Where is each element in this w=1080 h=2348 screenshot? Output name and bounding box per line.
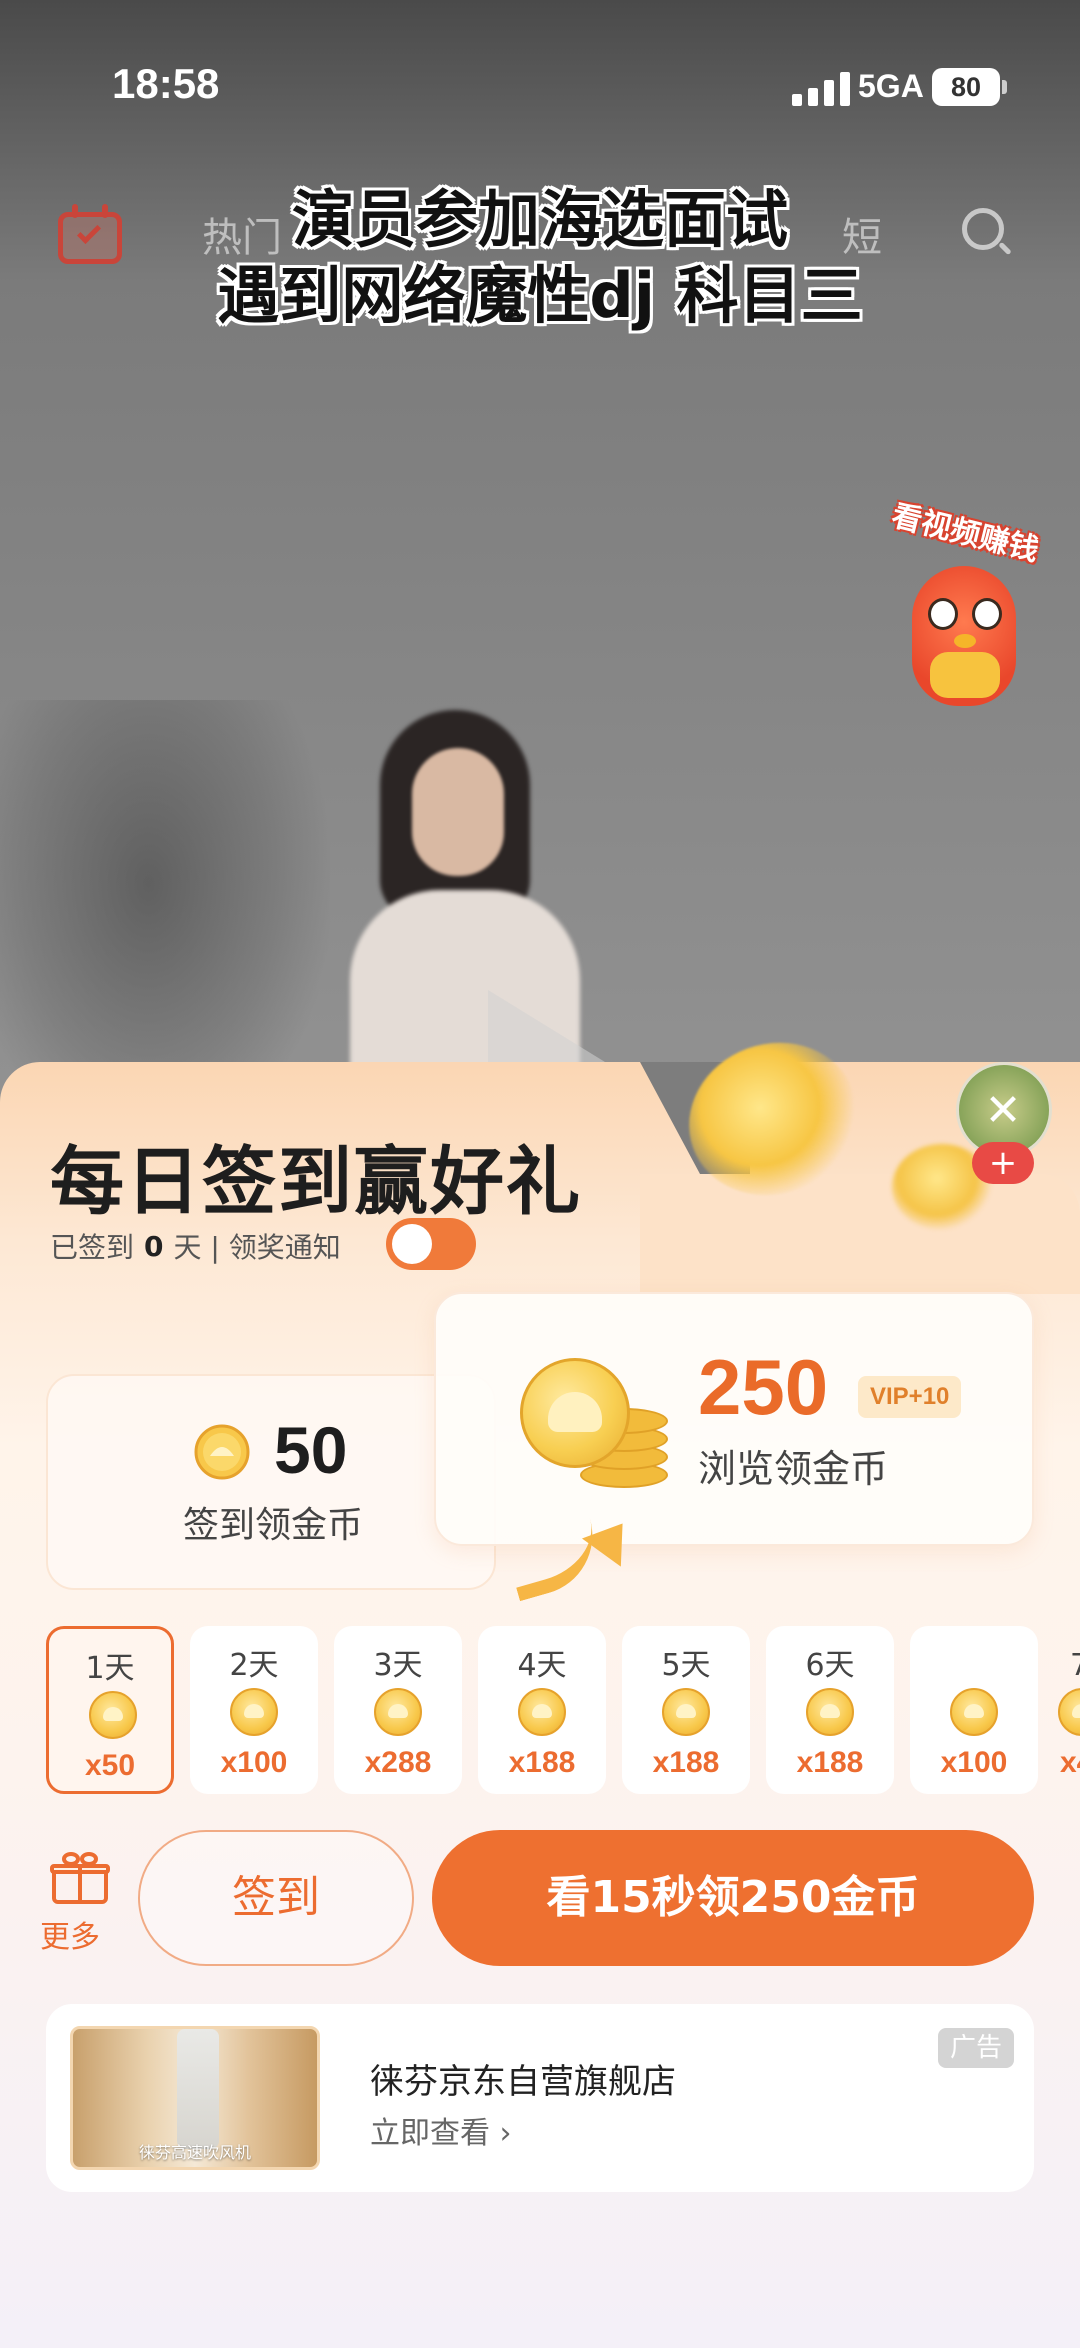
day-card[interactable]: 4天 x188: [478, 1626, 606, 1794]
day-card[interactable]: 2天 x100: [190, 1626, 318, 1794]
gold-coin-icon: [806, 1688, 854, 1736]
ad-card[interactable]: 徕芬高速吹风机 徕芬京东自营旗舰店 立即查看 › 广告: [46, 2004, 1034, 2192]
day-card[interactable]: 6天 x188: [766, 1626, 894, 1794]
ad-badge: 广告: [938, 2028, 1014, 2068]
day-card[interactable]: 3天 x288: [334, 1626, 462, 1794]
gold-coin-icon: [89, 1691, 137, 1739]
checkin-button[interactable]: 签到: [138, 1830, 414, 1966]
browse-amount: 250: [698, 1343, 829, 1431]
battery-icon: 80: [932, 68, 1000, 106]
gold-coin-icon: [1058, 1688, 1080, 1736]
toggle-knob: [392, 1224, 432, 1264]
ad-thumb-caption: 徕芬高速吹风机: [138, 2143, 251, 2162]
ad-thumbnail[interactable]: 徕芬高速吹风机: [70, 2026, 320, 2170]
browse-reward-card[interactable]: 250 VIP+10 浏览领金币: [434, 1292, 1034, 1546]
gold-coin-icon: [374, 1688, 422, 1736]
checkin-reward-card[interactable]: 50 签到领金币: [46, 1374, 496, 1590]
ad-view-link[interactable]: 立即查看 ›: [370, 2108, 512, 2152]
gold-coin-icon: [194, 1424, 250, 1480]
more-label[interactable]: 更多: [40, 1912, 100, 1956]
gift-icon[interactable]: [50, 1852, 110, 1904]
vip-bonus-badge: VIP+10: [858, 1376, 962, 1418]
signal-icon: [792, 72, 850, 106]
browse-reward-label: 浏览领金币: [698, 1447, 889, 1491]
checkin-amount: 50: [274, 1413, 348, 1487]
signed-days: 0: [144, 1229, 164, 1263]
network-type: 5GA: [858, 68, 924, 104]
checkin-days-row[interactable]: 1天 x50 2天 x100 3天 x288 4天 x188 5天 x188 6…: [46, 1626, 1080, 1796]
gold-coin-icon: [230, 1688, 278, 1736]
day-card[interactable]: 5天 x188: [622, 1626, 750, 1794]
status-time: 18:58: [112, 60, 220, 107]
close-icon[interactable]: ✕: [980, 1088, 1026, 1134]
day-card[interactable]: x100: [910, 1626, 1038, 1794]
checkin-reward-label: 签到领金币: [182, 1505, 363, 1546]
mascot-icon[interactable]: [900, 548, 1030, 718]
gold-coin-icon: [518, 1688, 566, 1736]
ad-title: 徕芬京东自营旗舰店: [370, 2062, 676, 2102]
hair-dryer-image: [177, 2029, 219, 2149]
day-card[interactable]: 1天 x50: [46, 1626, 174, 1794]
curved-arrow-icon: [503, 1509, 642, 1602]
signed-status: 已签到 0 天 | 领奖通知: [50, 1226, 341, 1266]
notify-toggle[interactable]: [386, 1218, 476, 1270]
follow-plus-icon[interactable]: +: [972, 1142, 1034, 1184]
signed-suffix[interactable]: 天 | 领奖通知: [174, 1226, 341, 1266]
video-caption: 演员参加海选面试 遇到网络魔性dj 科目三: [0, 182, 1080, 334]
caption-line-2: 遇到网络魔性dj 科目三: [217, 259, 863, 332]
caption-line-1: 演员参加海选面试: [291, 183, 788, 256]
gold-coin-icon: [662, 1688, 710, 1736]
sheet-title: 每日签到赢好礼: [50, 1139, 582, 1225]
battery-tip: [1002, 80, 1007, 94]
status-bar: 18:58 5GA 80: [0, 0, 1080, 160]
chick-coin-icon: [950, 1688, 998, 1736]
day-card[interactable]: 7天 x48: [1030, 1626, 1080, 1794]
signed-prefix: 已签到: [50, 1231, 135, 1264]
coin-stack-icon: [520, 1358, 670, 1488]
watch-ad-button[interactable]: 看15秒领250金币: [432, 1830, 1034, 1966]
